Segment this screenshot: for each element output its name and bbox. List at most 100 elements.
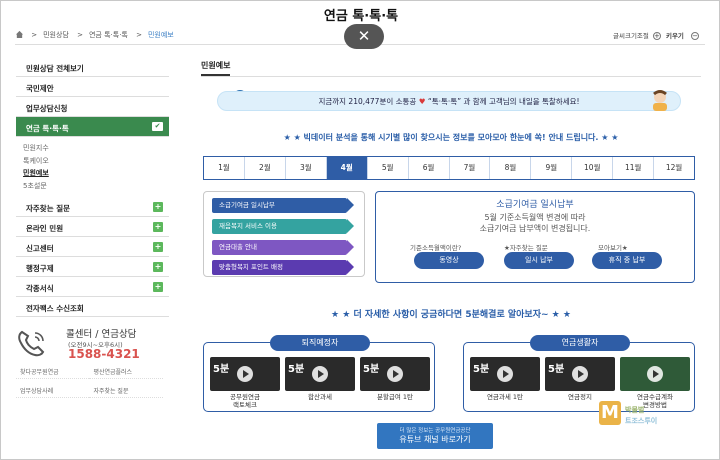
leave-payment-button[interactable]: 휴직 중 납부 xyxy=(592,252,662,269)
video-caption[interactable]: 연금과세 1탄 xyxy=(468,393,542,401)
quick-link[interactable]: 평산연금플러스 xyxy=(89,364,163,379)
pensioner-tag: 연금생활자 xyxy=(530,335,630,351)
month-tab-selected[interactable]: 4월 xyxy=(325,157,367,179)
month-tab[interactable]: 10월 xyxy=(571,157,612,179)
youtube-channel-button[interactable]: 더 많은 정보는 공무원연금공단 유튜브 채널 바로가기 xyxy=(377,423,493,449)
check-icon: ✔ xyxy=(152,122,163,131)
sidebar-subitem-survey[interactable]: 5초설문 xyxy=(23,180,169,193)
topic-button[interactable]: 소급기여금 일시납부 xyxy=(212,198,354,213)
play-icon xyxy=(387,366,403,382)
home-icon[interactable] xyxy=(15,30,24,38)
plus-icon[interactable]: + xyxy=(153,242,163,252)
month-tab[interactable]: 9월 xyxy=(530,157,571,179)
month-tab[interactable]: 8월 xyxy=(489,157,530,179)
sidebar-item-report[interactable]: 신고센터 + xyxy=(16,237,169,257)
month-tab[interactable]: 1월 xyxy=(204,157,244,179)
sidebar-item-forms[interactable]: 각종서식 + xyxy=(16,277,169,297)
banner-text: 과 함께 고객님의 내일을 톡찰하세요! xyxy=(463,97,580,106)
sidebar-subitem-talk[interactable]: 톡케이오 xyxy=(23,155,169,168)
retiree-tag: 퇴직예정자 xyxy=(270,335,370,351)
plus-icon[interactable]: + xyxy=(153,222,163,232)
arrow-icon xyxy=(347,219,354,233)
breadcrumb-item[interactable]: 민원상담 xyxy=(43,31,69,39)
sidebar-item-proposal[interactable]: 국민제안 xyxy=(16,77,169,97)
detail-line: 소급기여금 납부액이 변경됩니다. xyxy=(479,224,591,233)
sidebar-subitem-index[interactable]: 민원지수 xyxy=(23,142,169,155)
play-icon xyxy=(312,366,328,382)
page: { "page_title": "연금 톡·톡·톡", "breadcrumb"… xyxy=(0,0,720,460)
sidebar-item-consult[interactable]: 업무상담신청 xyxy=(16,97,169,117)
topic-button[interactable]: 재음복지 서비스 이용 xyxy=(212,219,354,234)
video-button[interactable]: 동영상 xyxy=(414,252,484,269)
quick-link[interactable]: 자주찾는 질문 xyxy=(89,383,163,398)
watermark-text: 트조스투이 xyxy=(625,417,658,425)
arrow-icon xyxy=(347,260,354,274)
close-button[interactable]: ✕ xyxy=(344,24,384,49)
video-badge: 5분 xyxy=(213,364,230,375)
sidebar-item-label: 온라인 민원 xyxy=(26,224,64,233)
font-size-label: 글씨크기조절 xyxy=(613,32,649,40)
breadcrumb-separator: > xyxy=(31,31,38,39)
retiree-panel: 퇴직예정자 5분 5분 5분 공무원연금 랙토체크 합산과세 분할급여 1탄 xyxy=(203,335,435,412)
sidebar-item-talk[interactable]: 연금 톡·톡·톡 ✔ xyxy=(16,117,169,137)
page-title: 연금 톡·톡·톡 xyxy=(323,9,399,24)
month-tab[interactable]: 2월 xyxy=(243,157,285,179)
font-bigger-icon[interactable]: + xyxy=(652,32,661,40)
video-thumbnail[interactable]: 5분 xyxy=(470,357,540,391)
topic-label: 맞춤형복지 포인트 배정 xyxy=(219,263,283,271)
call-number[interactable]: 1588-4321 xyxy=(68,347,140,361)
detail-label: ★자주찾는 질문 xyxy=(504,244,548,252)
font-bigger-label[interactable]: 키우기 xyxy=(666,32,684,40)
breadcrumb-item[interactable]: 연금 톡·톡·톡 xyxy=(89,31,128,39)
arrow-icon xyxy=(347,240,354,254)
play-icon xyxy=(572,366,588,382)
video-thumbnail[interactable]: 5분 xyxy=(545,357,615,391)
arrow-icon xyxy=(347,198,354,212)
call-title: 콜센터 / 연금상담 xyxy=(66,329,137,340)
video-caption[interactable]: 공무원연금 랙토체크 xyxy=(208,393,282,409)
sidebar-item-all[interactable]: 민원상담 전체보기 xyxy=(16,57,169,77)
plus-icon[interactable]: + xyxy=(153,262,163,272)
sidebar-item-label: 각종서식 xyxy=(26,284,54,293)
topic-detail: 소급기여금 일시납부 5월 기준소득월액 변경에 따라 소급기여금 납부액이 변… xyxy=(375,191,695,283)
detail-label: 기준소득월액이란? xyxy=(410,244,462,252)
plus-icon[interactable]: + xyxy=(153,202,163,212)
month-tab[interactable]: 5월 xyxy=(366,157,408,179)
video-thumbnail[interactable]: 5분 xyxy=(285,357,355,391)
plus-icon[interactable]: + xyxy=(153,282,163,292)
month-tabs: 1월 2월 3월 4월 5월 6월 7월 8월 9월 10월 11월 12월 xyxy=(203,156,695,180)
sidebar-subitem-forecast[interactable]: 민원예보 xyxy=(23,167,169,180)
video-thumbnail[interactable]: 5분 xyxy=(360,357,430,391)
video-badge: 5분 xyxy=(473,364,490,375)
play-icon xyxy=(237,366,253,382)
sidebar-submenu: 민원지수 톡케이오 민원예보 5초설문 xyxy=(16,137,169,197)
sidebar-item-fax[interactable]: 전자팩스 수신조회 xyxy=(16,297,169,317)
month-tab[interactable]: 11월 xyxy=(612,157,653,179)
visitor-banner: 지금까지 210,477분이 소통공 ♥ “톡·톡·톡” 과 함께 고객님의 내… xyxy=(217,91,681,111)
font-size-control: 글씨크기조절 + 키우기 − xyxy=(613,30,701,40)
sidebar-item-faq[interactable]: 자주찾는 질문 + xyxy=(16,197,169,217)
month-tab[interactable]: 3월 xyxy=(284,157,326,179)
sidebar-item-label: 행정구제 xyxy=(26,264,54,273)
month-tab[interactable]: 12월 xyxy=(653,157,694,179)
video-caption[interactable]: 합산과세 xyxy=(283,393,357,401)
divider xyxy=(201,76,701,77)
sidebar-item-online[interactable]: 온라인 민원 + xyxy=(16,217,169,237)
video-thumbnail[interactable] xyxy=(620,357,690,391)
quick-link[interactable]: 찾다공무원연금 xyxy=(16,364,90,379)
topic-button[interactable]: 연금대출 안내 xyxy=(212,240,354,255)
breadcrumb-current[interactable]: 민원예보 xyxy=(148,31,174,39)
video-thumbnail[interactable]: 5분 xyxy=(210,357,280,391)
video-badge: 5분 xyxy=(548,364,565,375)
sidebar-item-remedy[interactable]: 행정구제 + xyxy=(16,257,169,277)
month-tab[interactable]: 7월 xyxy=(448,157,490,179)
month-tab[interactable]: 6월 xyxy=(407,157,449,179)
five-minute-heading: ★ ★ 더 자세한 사항이 궁금하다면 5분해결로 알아보자~ ★ ★ xyxy=(331,310,571,320)
font-smaller-icon[interactable]: − xyxy=(691,32,699,40)
breadcrumb: > 민원상담 > 연금 톡·톡·톡 > 민원예보 xyxy=(15,30,180,40)
lump-sum-button[interactable]: 일시 납부 xyxy=(504,252,574,269)
tab-forecast[interactable]: 민원예보 xyxy=(201,60,231,76)
video-caption[interactable]: 분할급여 1탄 xyxy=(358,393,432,401)
quick-link[interactable]: 업무상담사례 xyxy=(16,383,90,398)
topic-button[interactable]: 맞춤형복지 포인트 배정 xyxy=(212,260,354,275)
